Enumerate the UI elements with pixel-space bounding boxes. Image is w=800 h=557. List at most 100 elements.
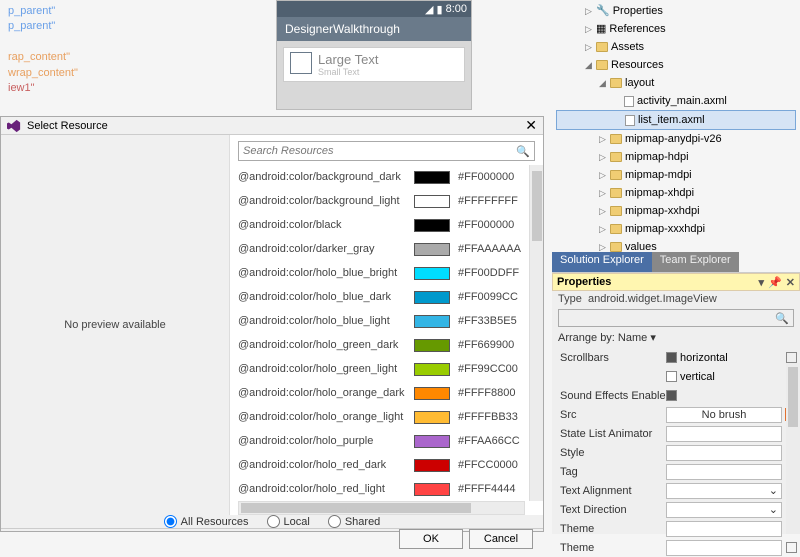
radio-shared[interactable]: Shared (328, 515, 380, 528)
list-item-card[interactable]: Large Text Small Text (283, 47, 465, 82)
pin-icon[interactable]: 📌 (768, 276, 782, 289)
resource-row[interactable]: @android:color/black #FF000000 (238, 213, 528, 237)
resource-name: @android:color/holo_red_dark (238, 459, 406, 471)
android-designer-preview: ◢ ▮ 8:00 DesignerWalkthrough Large Text … (276, 0, 472, 110)
imageview-placeholder[interactable] (290, 52, 312, 74)
close-icon[interactable]: ✕ (525, 117, 537, 134)
tab-team-explorer[interactable]: Team Explorer (652, 252, 739, 272)
resource-name: @android:color/holo_purple (238, 435, 406, 447)
color-swatch (414, 315, 450, 328)
resource-row[interactable]: @android:color/holo_blue_light #FF33B5E5 (238, 309, 528, 333)
color-swatch (414, 219, 450, 232)
tree-label: mipmap-xxxhdpi (625, 220, 705, 238)
properties-scrollbar[interactable] (786, 363, 800, 534)
arrange-by[interactable]: Arrange by: Name ▾ (552, 329, 800, 346)
expand-toggle[interactable]: ▷ (598, 166, 607, 184)
property-combo[interactable]: ⌄ (666, 502, 782, 518)
expand-toggle[interactable]: ▷ (598, 130, 607, 148)
radio-local[interactable]: Local (267, 515, 310, 528)
property-label: State List Animator (554, 428, 666, 440)
small-text[interactable]: Small Text (318, 67, 378, 77)
radio-all[interactable]: All Resources (164, 515, 249, 528)
property-value[interactable] (666, 464, 782, 480)
resource-row[interactable]: @android:color/holo_blue_dark #FF0099CC (238, 285, 528, 309)
ok-button[interactable]: OK (399, 529, 463, 549)
property-marker[interactable] (786, 542, 797, 553)
checkbox[interactable] (666, 352, 677, 363)
resource-row[interactable]: @android:color/holo_red_dark #FFCC0000 (238, 453, 528, 477)
expand-toggle[interactable]: ▷ (598, 220, 607, 238)
tree-node[interactable]: activity_main.axml (556, 92, 796, 110)
tree-node[interactable]: ▷mipmap-mdpi (556, 166, 796, 184)
tree-node[interactable]: ▷Assets (556, 38, 796, 56)
folder-icon (610, 224, 622, 234)
close-icon[interactable]: ✕ (786, 276, 795, 289)
resource-row[interactable]: @android:color/background_light #FFFFFFF… (238, 189, 528, 213)
property-value[interactable]: No brush (666, 407, 782, 423)
search-icon[interactable]: 🔍 (516, 145, 530, 158)
resource-row[interactable]: @android:color/holo_red_light #FFFF4444 (238, 477, 528, 501)
resource-row[interactable]: @android:color/holo_green_dark #FF669900 (238, 333, 528, 357)
properties-panel: Properties ▾ 📌 ✕ Type android.widget.Ima… (552, 272, 800, 534)
resource-row[interactable]: @android:color/holo_orange_light #FFFFBB… (238, 405, 528, 429)
expand-toggle[interactable]: ▷ (584, 20, 593, 38)
large-text[interactable]: Large Text (318, 52, 378, 67)
resource-row[interactable]: @android:color/background_dark #FF000000 (238, 165, 528, 189)
tree-node[interactable]: list_item.axml (556, 110, 796, 130)
checkbox[interactable] (666, 390, 677, 401)
resource-row[interactable]: @android:color/holo_blue_bright #FF00DDF… (238, 261, 528, 285)
tree-node[interactable]: ▷ mipmap-xxxhdpi (556, 220, 796, 238)
tree-node[interactable]: ▷▦References (556, 20, 796, 38)
resource-row[interactable]: @android:color/holo_purple #FFAA66CC (238, 429, 528, 453)
property-value[interactable] (666, 426, 782, 442)
property-value[interactable] (666, 540, 782, 556)
tree-node[interactable]: ◢Resources (556, 56, 796, 74)
folder-icon (610, 188, 622, 198)
folder-icon (610, 242, 622, 252)
folder-icon (610, 170, 622, 180)
resource-row[interactable]: @android:color/darker_gray #FFAAAAAA (238, 237, 528, 261)
property-combo[interactable]: ⌄ (666, 483, 782, 499)
tree-node[interactable]: ▷mipmap-xhdpi (556, 184, 796, 202)
expand-toggle[interactable]: ▷ (598, 202, 607, 220)
dropdown-icon[interactable]: ▾ (759, 276, 765, 289)
resource-hex: #FF00DDFF (458, 267, 528, 279)
expand-toggle[interactable]: ▷ (584, 38, 593, 56)
tree-node[interactable]: ▷mipmap-anydpi-v26 (556, 130, 796, 148)
property-marker[interactable] (786, 352, 797, 363)
property-value[interactable] (666, 521, 782, 537)
checkbox[interactable] (666, 371, 677, 382)
resource-hex: #FFAAAAAA (458, 243, 528, 255)
color-swatch (414, 243, 450, 256)
properties-search[interactable]: 🔍 (558, 309, 794, 327)
color-swatch (414, 459, 450, 472)
property-label: Scrollbars (554, 352, 666, 364)
resource-row[interactable]: @android:color/holo_green_light #FF99CC0… (238, 357, 528, 381)
expand-toggle[interactable]: ◢ (584, 56, 593, 74)
resource-hex: #FF99CC00 (458, 363, 528, 375)
tree-node[interactable]: ▷mipmap-hdpi (556, 148, 796, 166)
cancel-button[interactable]: Cancel (469, 529, 533, 549)
tree-node[interactable]: ◢layout (556, 74, 796, 92)
expand-toggle[interactable]: ▷ (598, 148, 607, 166)
property-row: Text Direction⌄ (554, 500, 800, 519)
expand-toggle[interactable]: ◢ (598, 74, 607, 92)
tab-solution-explorer[interactable]: Solution Explorer (552, 252, 652, 272)
option-label: horizontal (680, 352, 728, 364)
resource-name: @android:color/darker_gray (238, 243, 406, 255)
tree-node[interactable]: ▷🔧Properties (556, 2, 796, 20)
color-swatch (414, 339, 450, 352)
tree-node[interactable]: ▷mipmap-xxhdpi (556, 202, 796, 220)
search-input[interactable]: Search Resources 🔍 (238, 141, 535, 161)
resource-hex: #FFCC0000 (458, 459, 528, 471)
expand-toggle[interactable]: ▷ (584, 2, 593, 20)
scrollbar-horizontal[interactable] (238, 501, 525, 515)
resource-name: @android:color/holo_blue_dark (238, 291, 406, 303)
resource-list-pane: Search Resources 🔍 @android:color/backgr… (229, 135, 543, 515)
resource-row[interactable]: @android:color/holo_orange_dark #FFFF880… (238, 381, 528, 405)
property-value[interactable] (666, 445, 782, 461)
scrollbar-vertical[interactable] (529, 165, 543, 501)
property-label: Theme (554, 542, 666, 554)
expand-toggle[interactable]: ▷ (598, 184, 607, 202)
search-icon[interactable]: 🔍 (775, 312, 789, 325)
